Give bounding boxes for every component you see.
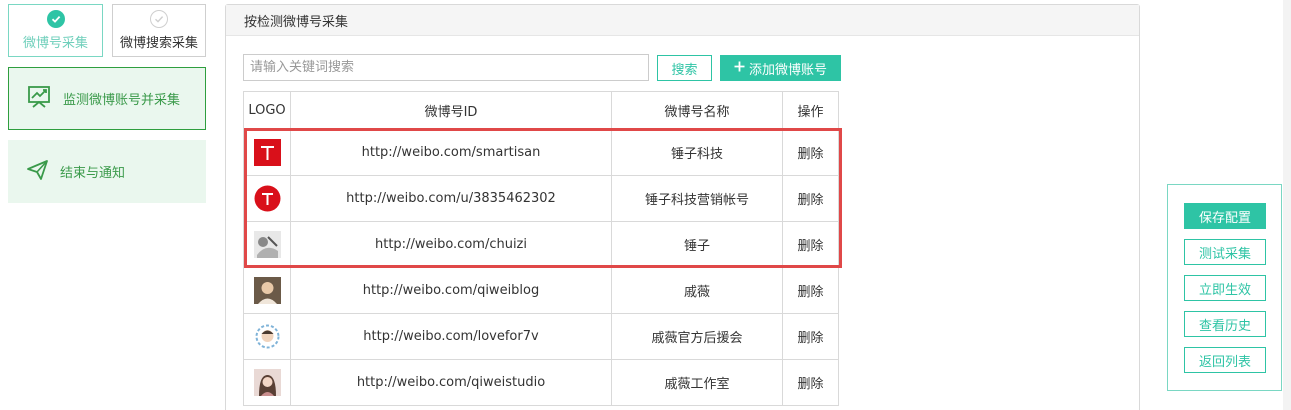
chuizi-avatar xyxy=(253,231,281,258)
back-to-list-button[interactable]: 返回列表 xyxy=(1184,347,1266,373)
check-circle-icon xyxy=(46,10,65,28)
tab-weibo-collect[interactable]: 微博号采集 xyxy=(8,4,103,57)
table-header-row: LOGO 微博号ID 微博号名称 操作 xyxy=(243,91,839,130)
apply-now-button[interactable]: 立即生效 xyxy=(1184,275,1266,301)
search-button[interactable]: 搜索 xyxy=(657,55,712,81)
table-row: http://weibo.com/chuizi 锤子 删除 xyxy=(243,221,839,268)
paper-plane-icon xyxy=(26,159,50,185)
account-id: http://weibo.com/chuizi xyxy=(290,221,612,268)
tab-weibo-collect-label: 微博号采集 xyxy=(22,36,88,51)
search-input[interactable] xyxy=(243,54,649,81)
add-weibo-account-button[interactable]: 添加微博账号 xyxy=(720,55,841,81)
tab-weibo-search-collect-label: 微博搜索采集 xyxy=(119,36,198,51)
col-header-id: 微博号ID xyxy=(290,91,612,130)
save-config-button[interactable]: 保存配置 xyxy=(1184,203,1266,229)
table-row: http://weibo.com/smartisan 锤子科技 删除 xyxy=(243,129,839,176)
plus-icon xyxy=(734,61,745,76)
account-id: http://weibo.com/qiweiblog xyxy=(290,267,612,314)
step-monitor[interactable]: 监测微博账号并采集 xyxy=(8,67,206,130)
tab-weibo-search-collect[interactable]: 微博搜索采集 xyxy=(112,4,206,57)
delete-link[interactable]: 删除 xyxy=(782,359,839,406)
account-id: http://weibo.com/lovefor7v xyxy=(290,313,612,360)
account-id: http://weibo.com/u/3835462302 xyxy=(290,175,612,222)
chart-monitor-icon xyxy=(27,85,53,113)
panel-title: 按检测微博号采集 xyxy=(226,5,1139,36)
delete-link[interactable]: 删除 xyxy=(782,129,839,176)
account-name: 锤子科技营销帐号 xyxy=(611,175,783,222)
qiwei-fanclub-avatar xyxy=(253,323,281,350)
table-row: http://weibo.com/lovefor7v 戚薇官方后援会 删除 xyxy=(243,313,839,360)
qiwei-avatar xyxy=(253,277,281,304)
account-id: http://weibo.com/smartisan xyxy=(290,129,612,176)
account-name: 锤子 xyxy=(611,221,783,268)
account-table: LOGO 微博号ID 微博号名称 操作 http://weibo.com/sma… xyxy=(243,91,839,406)
delete-link[interactable]: 删除 xyxy=(782,221,839,268)
account-name: 戚薇 xyxy=(611,267,783,314)
step-finish-label: 结束与通知 xyxy=(60,166,126,181)
account-name: 戚薇工作室 xyxy=(611,359,783,406)
smartisan-logo xyxy=(253,139,281,166)
col-header-name: 微博号名称 xyxy=(611,91,783,130)
qiwei-studio-avatar xyxy=(253,369,281,396)
collect-panel: 按检测微博号采集 搜索 添加微博账号 LOGO 微博号ID 微博号名称 操作 xyxy=(225,4,1140,410)
col-header-action: 操作 xyxy=(782,91,839,130)
delete-link[interactable]: 删除 xyxy=(782,267,839,314)
account-name: 戚薇官方后援会 xyxy=(611,313,783,360)
add-weibo-account-label: 添加微博账号 xyxy=(748,62,827,78)
table-row: http://weibo.com/qiweistudio 戚薇工作室 删除 xyxy=(243,359,839,406)
table-row: http://weibo.com/u/3835462302 锤子科技营销帐号 删… xyxy=(243,175,839,222)
check-circle-icon xyxy=(150,10,168,28)
smartisan-marketing-logo xyxy=(254,185,280,212)
action-panel: 保存配置 测试采集 立即生效 查看历史 返回列表 xyxy=(1167,184,1282,391)
step-finish[interactable]: 结束与通知 xyxy=(8,140,206,203)
view-history-button[interactable]: 查看历史 xyxy=(1184,311,1266,337)
account-id: http://weibo.com/qiweistudio xyxy=(290,359,612,406)
account-name: 锤子科技 xyxy=(611,129,783,176)
delete-link[interactable]: 删除 xyxy=(782,313,839,360)
col-header-logo: LOGO xyxy=(243,91,291,130)
app-root: 微博号采集 微博搜索采集 监测微博账号并采集 结束与通知 按检测微博号采集 请输… xyxy=(0,0,1291,410)
step-monitor-label: 监测微博账号并采集 xyxy=(63,93,181,108)
scrollbar-track[interactable] xyxy=(1283,0,1291,410)
test-collect-button[interactable]: 测试采集 xyxy=(1184,239,1266,265)
table-row: http://weibo.com/qiweiblog 戚薇 删除 xyxy=(243,267,839,314)
delete-link[interactable]: 删除 xyxy=(782,175,839,222)
